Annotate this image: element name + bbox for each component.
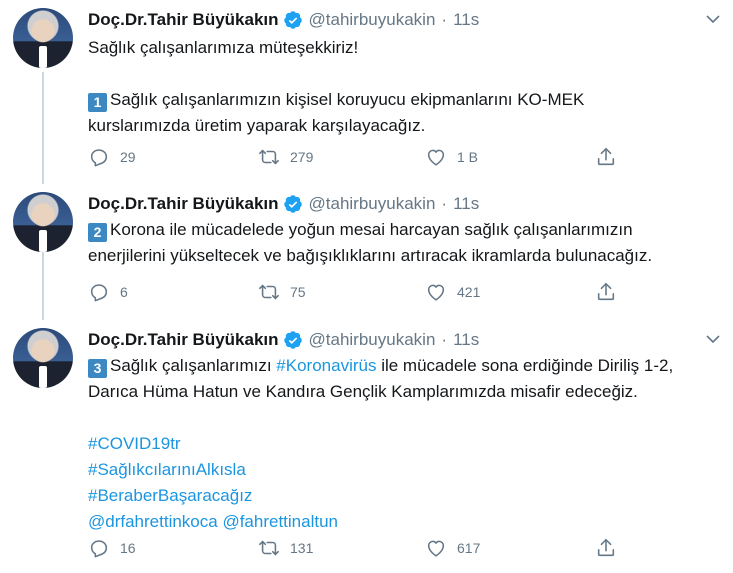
author-handle[interactable]: @tahirbuyukakin <box>309 330 436 350</box>
tweet-line: Darıca Hüma Hatun ve Kandıra Gençlik Kam… <box>88 382 638 401</box>
keycap-number-badge: 2 <box>88 223 107 242</box>
retweet-button[interactable]: 131 <box>258 536 313 560</box>
reply-button[interactable]: 16 <box>88 536 136 560</box>
reply-icon <box>90 284 108 302</box>
like-count: 421 <box>457 284 481 300</box>
reply-button[interactable]: 6 <box>88 280 128 304</box>
author-handle[interactable]: @tahirbuyukakin <box>309 194 436 214</box>
tweet-line: 2 Korona ile mücadelede yoğun mesai harca… <box>88 217 718 243</box>
separator-dot: · <box>441 194 448 213</box>
like-icon <box>427 149 445 166</box>
tweet-header: Doç.Dr.Tahir Büyükakın @tahirbuyukakin ·… <box>88 193 479 215</box>
hashtag-link[interactable]: #COVID19tr <box>88 434 181 453</box>
tweet-text: Sağlık çalışanlarımıza müteşekkiriz! 1 Sa… <box>88 35 718 139</box>
avatar[interactable] <box>13 8 73 68</box>
reply-count: 16 <box>120 540 136 556</box>
share-button[interactable] <box>595 536 617 560</box>
tweet-line: 1 Sağlık çalışanlarımızın kişisel koruyuc… <box>88 87 718 113</box>
keycap-number-badge: 1 <box>88 93 107 112</box>
like-count: 1 B <box>457 149 479 165</box>
verified-badge-icon <box>283 11 302 29</box>
tweet-header: Doç.Dr.Tahir Büyükakın @tahirbuyukakin ·… <box>88 329 479 351</box>
retweet-button[interactable]: 75 <box>258 280 306 304</box>
tweet-2[interactable]: Doç.Dr.Tahir Büyükakın @tahirbuyukakin ·… <box>0 184 733 320</box>
chevron-down-icon[interactable] <box>705 11 721 27</box>
retweet-icon <box>259 149 279 165</box>
like-icon <box>427 540 445 557</box>
reply-icon <box>90 540 108 558</box>
verified-badge-icon <box>283 195 302 213</box>
like-count: 617 <box>457 540 481 556</box>
tweet-3[interactable]: Doç.Dr.Tahir Büyükakın @tahirbuyukakin ·… <box>0 320 733 573</box>
tweet-1[interactable]: Doç.Dr.Tahir Büyükakın @tahirbuyukakin ·… <box>0 0 733 180</box>
tweet-line: enerjilerini yükseltecek ve bağışıklıkla… <box>88 246 653 265</box>
tweet-time[interactable]: 11s <box>453 330 479 350</box>
retweet-count: 131 <box>290 540 314 556</box>
author-name[interactable]: Doç.Dr.Tahir Büyükakın <box>88 194 279 214</box>
keycap-number-badge: 3 <box>88 359 107 378</box>
tweet-line-text: ile mücadele sona erdiğinde Diriliş 1-2, <box>381 356 674 375</box>
avatar[interactable] <box>13 192 73 252</box>
verified-badge-icon <box>283 331 302 349</box>
retweet-icon <box>259 284 279 300</box>
separator-dot: · <box>441 330 448 349</box>
mention-link[interactable]: @drfahrettinkoca <box>88 512 218 531</box>
mention-link[interactable]: @fahrettinaltun <box>222 512 338 531</box>
retweet-count: 279 <box>290 149 314 165</box>
tweet-text: 3 Sağlık çalışanlarımızı #Koronavirüs ile… <box>88 353 718 535</box>
avatar[interactable] <box>13 328 73 388</box>
reply-count: 6 <box>120 284 128 300</box>
separator-dot: · <box>441 10 448 29</box>
tweet-header: Doç.Dr.Tahir Büyükakın @tahirbuyukakin ·… <box>88 9 479 31</box>
hashtag-link[interactable]: #SağlıkcılarınıAlkısla <box>88 460 246 479</box>
reply-button[interactable]: 29 <box>88 145 136 169</box>
tweet-line: Sağlık çalışanlarımıza müteşekkiriz! <box>88 38 359 57</box>
tweet-actions: 6 75 421 <box>88 280 628 304</box>
hashtag-link[interactable]: #BeraberBaşaracağız <box>88 486 252 505</box>
tweet-text: 2 Korona ile mücadelede yoğun mesai harca… <box>88 217 718 269</box>
share-icon <box>597 147 615 166</box>
tweet-line-text: Sağlık çalışanlarımızın kişisel koruyucu… <box>110 90 585 109</box>
like-button[interactable]: 617 <box>425 536 480 560</box>
tweet-thread: Doç.Dr.Tahir Büyükakın @tahirbuyukakin ·… <box>0 0 733 573</box>
retweet-button[interactable]: 279 <box>258 145 313 169</box>
like-button[interactable]: 421 <box>425 280 480 304</box>
author-name[interactable]: Doç.Dr.Tahir Büyükakın <box>88 10 279 30</box>
retweet-icon <box>259 540 279 556</box>
share-icon <box>597 282 615 301</box>
tweet-actions: 29 279 1 B <box>88 145 628 169</box>
hashtag-link[interactable]: #Koronavirüs <box>276 356 376 375</box>
author-handle[interactable]: @tahirbuyukakin <box>309 10 436 30</box>
tweet-time[interactable]: 11s <box>453 194 479 214</box>
tweet-line: kurslarımızda üretim yaparak karşılayaca… <box>88 116 426 135</box>
tweet-actions: 16 131 617 <box>88 536 628 560</box>
chevron-down-icon[interactable] <box>705 331 721 347</box>
author-name[interactable]: Doç.Dr.Tahir Büyükakın <box>88 330 279 350</box>
like-icon <box>427 284 445 301</box>
tweet-line: 3 Sağlık çalışanlarımızı #Koronavirüs ile… <box>88 353 718 379</box>
reply-icon <box>90 149 108 167</box>
tweet-line-text: Korona ile mücadelede yoğun mesai harcay… <box>110 220 633 239</box>
share-icon <box>597 538 615 557</box>
tweet-time[interactable]: 11s <box>453 10 479 30</box>
tweet-line-text: Sağlık çalışanlarımızı <box>110 356 272 375</box>
share-button[interactable] <box>595 280 617 304</box>
share-button[interactable] <box>595 145 617 169</box>
retweet-count: 75 <box>290 284 306 300</box>
reply-count: 29 <box>120 149 136 165</box>
like-button[interactable]: 1 B <box>425 145 478 169</box>
